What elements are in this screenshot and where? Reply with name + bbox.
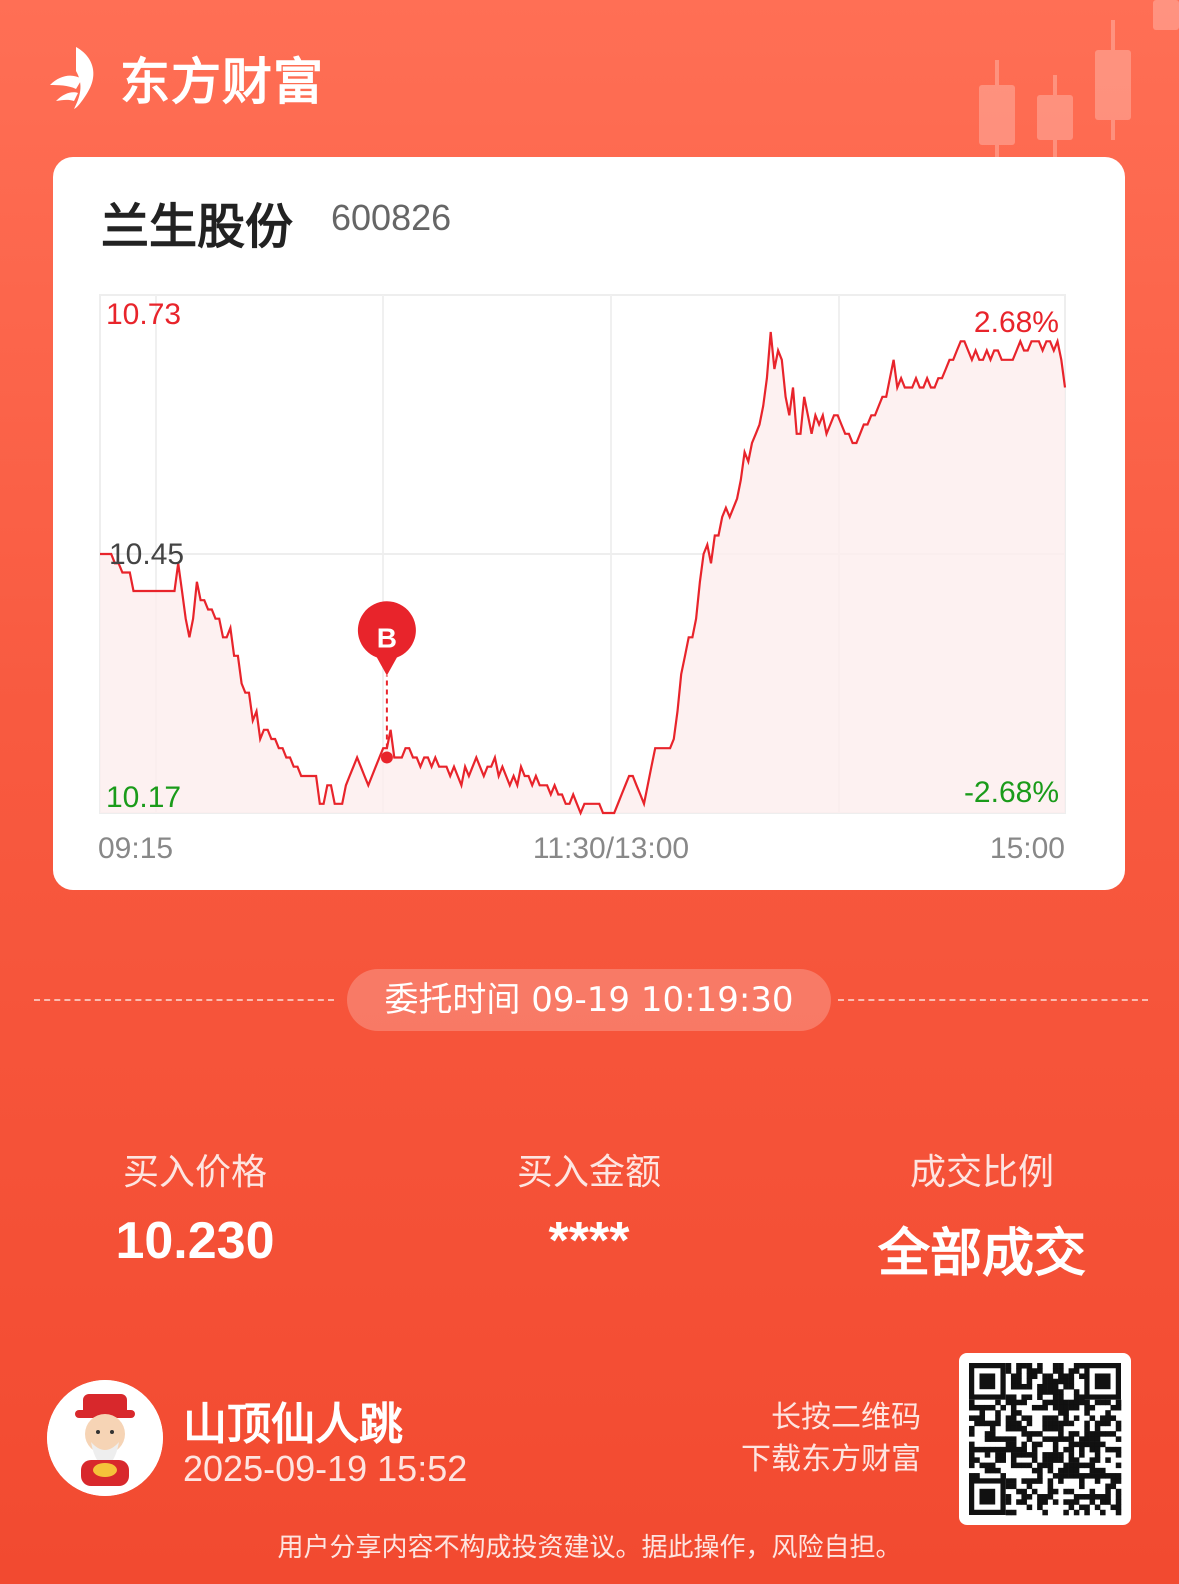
share-time: 2025-09-19 15:52 [183, 1448, 468, 1489]
stat-value: **** [548, 1212, 630, 1270]
brand-header: 东方财富 [46, 42, 324, 114]
user-name: 山顶仙人跳 [183, 1399, 403, 1450]
god-of-wealth-avatar-icon [47, 1380, 163, 1496]
buy-marker-label: B [377, 623, 397, 654]
y-tick-prev-close: 10.45 [109, 538, 184, 571]
x-tick-close: 15:00 [990, 832, 1065, 865]
stock-chart-card: 兰生股份 600826 B 10.73 10.45 10.17 2.68% -2… [53, 157, 1125, 890]
disclaimer: 用户分享内容不构成投资建议。据此操作，风险自担。 [277, 1533, 902, 1563]
divider-right [838, 999, 1148, 1001]
stat-buy-price: 买入价格 10.230 [30, 1143, 360, 1271]
qr-hint: 长按二维码 下载东方财富 [741, 1397, 921, 1481]
stat-fill-ratio: 成交比例 全部成交 [817, 1143, 1147, 1286]
y-tick-high: 10.73 [106, 298, 181, 331]
divider-left [34, 999, 334, 1001]
stat-label: 买入金额 [516, 1152, 661, 1193]
buy-marker-dot [380, 751, 393, 764]
y-tick-pct-high: 2.68% [974, 306, 1059, 339]
stat-label: 买入价格 [122, 1152, 267, 1193]
stat-label: 成交比例 [909, 1152, 1054, 1193]
price-area-fill [100, 332, 1065, 813]
intraday-chart: B 10.73 10.45 10.17 2.68% -2.68% 09:15 1… [98, 294, 1067, 865]
candlestick-decoration-icon [979, 0, 1179, 160]
qr-hint-line2: 下载东方财富 [741, 1442, 921, 1477]
order-time-pill: 委托时间 09-19 10:19:30 [347, 969, 831, 1031]
brand-name: 东方财富 [120, 53, 324, 111]
y-tick-pct-low: -2.68% [964, 776, 1059, 809]
stat-value: 10.230 [115, 1212, 275, 1270]
x-tick-open: 09:15 [98, 832, 173, 865]
qr-hint-line1: 长按二维码 [771, 1400, 921, 1435]
stat-value: 全部成交 [877, 1224, 1086, 1284]
y-tick-low: 10.17 [106, 781, 181, 814]
qr-code-icon[interactable] [959, 1353, 1131, 1525]
eastmoney-logo-icon [50, 47, 94, 109]
stat-buy-amount: 买入金额 **** [424, 1143, 754, 1271]
x-tick-midday: 11:30/13:00 [533, 832, 689, 865]
